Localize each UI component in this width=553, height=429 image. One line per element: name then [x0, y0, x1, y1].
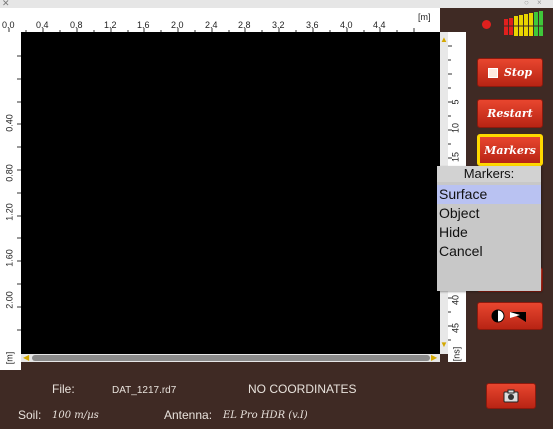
soil-value: 100 m/µs: [52, 410, 99, 421]
contrast-button[interactable]: [477, 302, 543, 330]
top-tick-label: 3.2: [272, 20, 285, 30]
top-tick-label: 2.4: [205, 20, 218, 30]
top-tick-label: 2.0: [171, 20, 184, 30]
top-tick-label: 2.8: [238, 20, 251, 30]
left-ruler: 0.40 0.80 1.20 1.60 2.00: [0, 32, 21, 370]
time-tick-label: 10: [450, 122, 461, 134]
markers-menu: Markers: Surface Object Hide Cancel: [437, 166, 541, 291]
antenna-label: Antenna:: [164, 408, 213, 422]
square-icon: [487, 67, 498, 78]
time-unit-label: [ns]: [451, 346, 462, 362]
file-label: File:: [52, 382, 75, 396]
top-tick-label: 1.6: [137, 20, 150, 30]
top-tick-label: 0.0: [2, 20, 15, 30]
markers-button-label: Markers: [484, 143, 536, 157]
window-controls[interactable]: ○ ×: [524, 0, 545, 8]
left-tick-label: 0.40: [4, 114, 15, 132]
time-tick-label: 5: [450, 99, 461, 105]
app-icon: ✕: [2, 0, 10, 8]
top-tick-label: 4.4: [373, 20, 386, 30]
left-tick-label: 1.20: [4, 203, 15, 221]
scroll-up-arrow-icon[interactable]: ▲: [440, 36, 448, 44]
left-unit-label: [m]: [4, 351, 15, 365]
restart-button-label: Restart: [487, 107, 533, 120]
top-tick-label: 3.6: [306, 20, 319, 30]
top-tick-label: 1.2: [104, 20, 117, 30]
camera-icon: [503, 389, 519, 403]
top-tick-label: 4.0: [340, 20, 353, 30]
top-tick-label: 0.4: [36, 20, 49, 30]
coordinates-status: NO COORDINATES: [248, 382, 357, 396]
scroll-left-arrow-icon[interactable]: ◀: [23, 353, 29, 362]
stop-button[interactable]: Stop: [477, 58, 543, 87]
time-tick-label: 15: [450, 151, 461, 163]
time-tick-label: 40: [450, 294, 461, 306]
time-tick-label: 45: [450, 322, 461, 334]
left-tick-label: 2.00: [4, 291, 15, 309]
scroll-right-arrow-icon[interactable]: ▶: [431, 353, 437, 362]
top-tick-label: 0.8: [70, 20, 83, 30]
stop-button-label: Stop: [503, 66, 533, 79]
record-status-icon: [482, 20, 491, 29]
markers-menu-title: Markers:: [437, 166, 541, 182]
contrast-icon: [491, 309, 526, 323]
top-ruler: 0.0 0.4 0.8 1.2 1.6 2.0 2.4 2.8 3.2 3.6 …: [0, 8, 440, 32]
horizontal-scroll-thumb[interactable]: [32, 355, 430, 361]
signal-level-icon: [504, 11, 544, 36]
antenna-value: EL Pro HDR (v.I): [223, 410, 308, 421]
soil-label: Soil:: [18, 408, 42, 422]
restart-button[interactable]: Restart: [477, 99, 543, 128]
file-name: DAT_1217.rd7: [112, 385, 177, 396]
top-unit-label: [m]: [418, 12, 431, 22]
menu-item-hide[interactable]: Hide: [437, 223, 541, 242]
left-tick-label: 0.80: [4, 164, 15, 182]
menu-item-surface[interactable]: Surface: [437, 185, 541, 204]
screenshot-button[interactable]: [486, 383, 536, 409]
scroll-down-arrow-icon[interactable]: ▼: [440, 341, 448, 349]
markers-button[interactable]: Markers: [477, 134, 543, 166]
radargram-canvas[interactable]: [21, 32, 440, 354]
menu-item-cancel[interactable]: Cancel: [437, 242, 541, 261]
title-bar: [0, 0, 553, 8]
left-tick-label: 1.60: [4, 249, 15, 267]
menu-item-object[interactable]: Object: [437, 204, 541, 223]
